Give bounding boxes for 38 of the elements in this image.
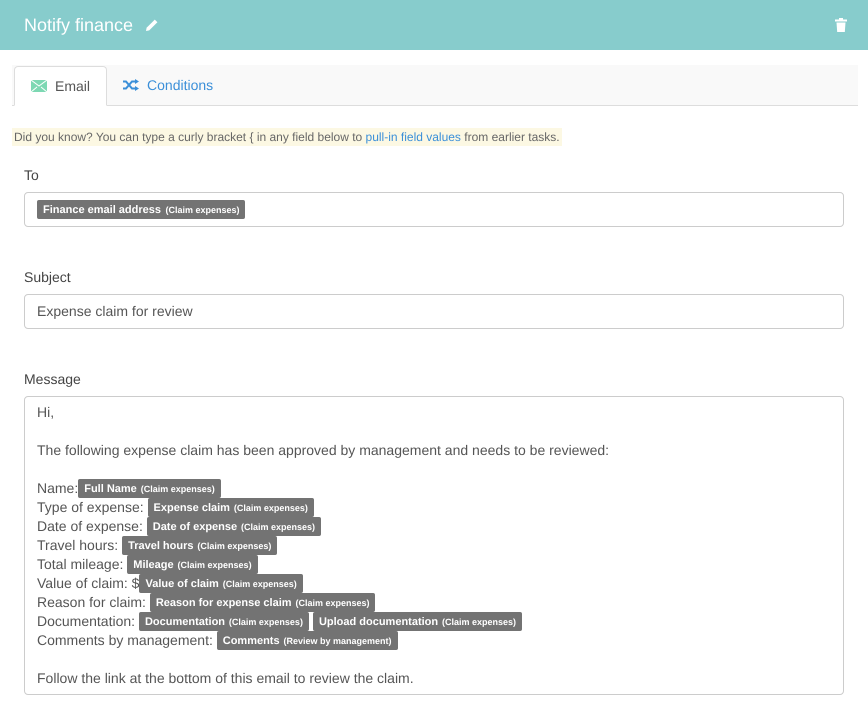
delete-icon[interactable] — [835, 18, 847, 32]
field-token[interactable]: Expense claim (Claim expenses) — [148, 498, 314, 517]
field-label: Message — [24, 370, 82, 389]
to-field[interactable]: Finance email address (Claim expenses) — [24, 192, 844, 227]
message-text: The following expense claim has been approved by management and needs to be reviewed: — [37, 441, 610, 460]
task-title: Notify finance — [24, 14, 134, 37]
field-token[interactable]: Travel hours (Claim expenses) — [122, 536, 278, 555]
field-label: To — [24, 166, 40, 185]
edit-icon[interactable] — [145, 18, 160, 32]
message-text: Comments by management: — [37, 631, 214, 650]
field-token[interactable]: Date of expense (Claim expenses) — [146, 517, 322, 536]
message-text: Date of expense: — [37, 517, 144, 536]
message-text: Hi, — [37, 403, 54, 422]
message-text: Type of expense: — [37, 498, 145, 517]
field-label: Subject — [24, 268, 72, 287]
hint-text: Did you know? You can type a curly bracket { in any field below to pull-in field values from earlier tasks. — [12, 128, 562, 146]
field-token[interactable]: Value of claim (Claim expenses) — [139, 574, 303, 593]
field-token[interactable]: Full Name (Claim expenses) — [78, 479, 221, 498]
message-text: Documentation: — [37, 612, 136, 631]
message-text: Name: — [37, 479, 78, 498]
field-token[interactable]: Comments (Review by management) — [216, 631, 398, 650]
envelope-icon — [31, 80, 47, 92]
message-text: Reason for claim: — [37, 593, 147, 612]
tab[interactable]: Email — [14, 66, 108, 106]
message-text: Total mileage: — [37, 555, 124, 574]
field-token[interactable]: Reason for expense claim (Claim expenses) — [150, 593, 376, 612]
tab[interactable]: Conditions — [107, 65, 230, 105]
message-text: Follow the link at the bottom of this email to review the claim. — [37, 669, 414, 688]
field-token[interactable]: Upload documentation (Claim expenses) — [312, 612, 522, 631]
message-text: Value of claim: $ — [37, 574, 140, 593]
subject-field[interactable]: Expense claim for review — [24, 294, 844, 329]
field-token[interactable]: Documentation (Claim expenses) — [138, 612, 309, 631]
help-link[interactable]: pull-in field values — [366, 130, 461, 144]
field-token[interactable]: Finance email address (Claim expenses) — [37, 200, 246, 219]
message-field[interactable] — [24, 396, 844, 695]
shuffle-icon — [123, 79, 140, 91]
field-token[interactable]: Mileage (Claim expenses) — [127, 555, 258, 574]
message-text: Travel hours: — [37, 536, 120, 555]
